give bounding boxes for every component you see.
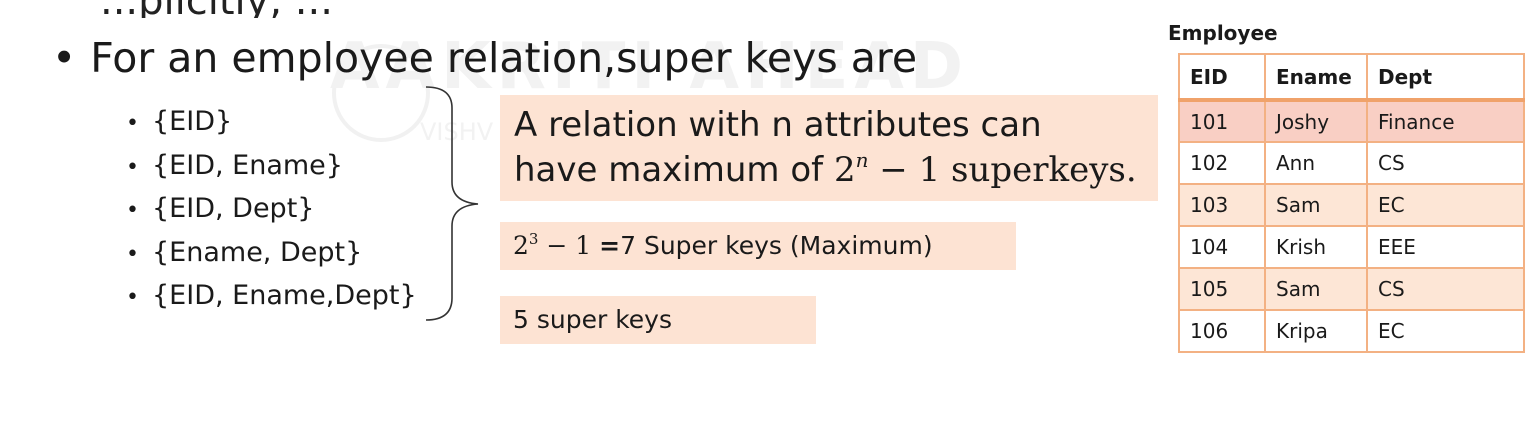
- table-row: 106 Kripa EC: [1178, 309, 1525, 353]
- column-header: Dept: [1366, 53, 1525, 102]
- list-item: • {EID, Dept}: [126, 187, 417, 231]
- list-item: • {EID, Ename,Dept}: [126, 274, 417, 318]
- column-header: EID: [1178, 53, 1266, 102]
- table-cell: Finance: [1366, 99, 1525, 143]
- bullet-icon: •: [126, 154, 139, 180]
- bullet-icon: •: [126, 241, 139, 267]
- table-cell: CS: [1366, 141, 1525, 185]
- super-key-list: • {EID} • {EID, Ename} • {EID, Dept} • {Enam…: [126, 100, 417, 318]
- table-cell: Sam: [1264, 267, 1368, 311]
- table-cell: Ann: [1264, 141, 1368, 185]
- list-item: • {Ename, Dept}: [126, 231, 417, 275]
- bullet-icon: •: [126, 111, 139, 136]
- table-cell: 101: [1178, 99, 1266, 143]
- table-cell: Joshy: [1264, 99, 1368, 143]
- right-brace-icon: [425, 86, 479, 321]
- table-cell: Sam: [1264, 183, 1368, 227]
- formula-line-2: have maximum of 2n − 1 superkeys.: [514, 148, 1137, 190]
- column-header: Ename: [1264, 53, 1368, 102]
- table-cell: 105: [1178, 267, 1266, 311]
- table-row: 102 Ann CS: [1178, 141, 1525, 185]
- table-row: 101 Joshy Finance: [1178, 99, 1525, 143]
- main-bullet: • For an employee relation,super keys are: [52, 34, 917, 82]
- list-item: • {EID, Ename}: [126, 144, 417, 188]
- count-box: 5 super keys: [500, 296, 816, 344]
- bullet-icon: •: [52, 34, 77, 82]
- table-cell: EC: [1366, 309, 1525, 353]
- table-cell: 102: [1178, 141, 1266, 185]
- list-item: • {EID}: [126, 100, 417, 144]
- formula-line-1: A relation with n attributes can: [514, 105, 1042, 145]
- table-title: Employee: [1168, 21, 1278, 45]
- table-header-row: EID Ename Dept: [1178, 53, 1525, 102]
- table-cell: EC: [1366, 183, 1525, 227]
- main-bullet-text: For an employee relation,super keys are: [90, 34, 918, 82]
- calculation-box: 23 − 1 =7 Super keys (Maximum): [500, 222, 1016, 270]
- superkey-formula-box: A relation with n attributes can have ma…: [500, 95, 1158, 201]
- table-cell: 104: [1178, 225, 1266, 269]
- calc-math: 23 − 1: [513, 230, 600, 260]
- table-cell: Krish: [1264, 225, 1368, 269]
- table-cell: 103: [1178, 183, 1266, 227]
- table-row: 104 Krish EEE: [1178, 225, 1525, 269]
- table-row: 103 Sam EC: [1178, 183, 1525, 227]
- table-cell: CS: [1366, 267, 1525, 311]
- table-cell: 106: [1178, 309, 1266, 353]
- table-cell: Kripa: [1264, 309, 1368, 353]
- formula-math: 2n − 1 superkeys.: [833, 148, 1137, 190]
- bullet-icon: •: [126, 285, 139, 310]
- table-cell: EEE: [1366, 225, 1525, 269]
- bullet-icon: •: [126, 198, 139, 223]
- cut-off-heading: ...plicitly, ...: [100, 0, 1000, 18]
- employee-table: EID Ename Dept 101 Joshy Finance 102 Ann…: [1178, 53, 1525, 353]
- table-row: 105 Sam CS: [1178, 267, 1525, 311]
